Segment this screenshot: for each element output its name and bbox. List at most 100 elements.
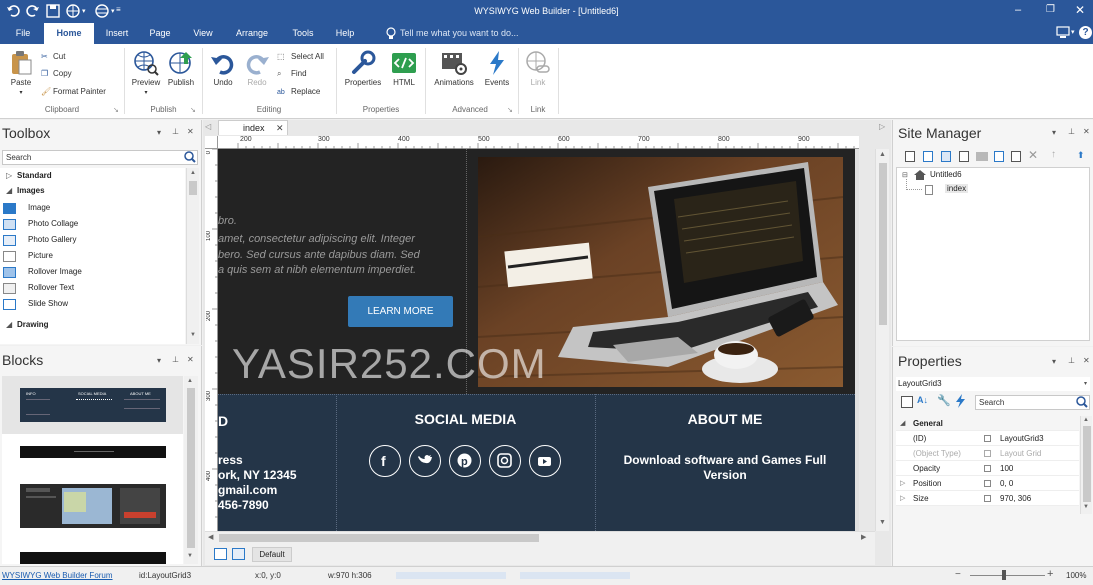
pinterest-icon[interactable]: p [449, 445, 481, 477]
add-page-icon[interactable] [214, 548, 227, 560]
category-standard[interactable]: Standard [17, 171, 52, 180]
properties-button[interactable]: Properties [341, 50, 385, 87]
block-thumb-map[interactable] [20, 484, 166, 528]
property-row-position[interactable]: ▷ Position 0, 0 [896, 476, 1079, 491]
dialog-launcher-icon[interactable]: ↘ [507, 106, 513, 114]
toolbox-item-photo-gallery[interactable]: Photo Gallery [0, 233, 185, 248]
menu-page[interactable]: Page [143, 23, 177, 44]
find-button[interactable]: ⌕ Find [277, 67, 307, 81]
zoom-slider-thumb[interactable] [1002, 570, 1006, 580]
link-button[interactable]: Link [523, 50, 553, 87]
panel-menu-icon[interactable]: ▾ [1052, 357, 1056, 366]
canvas-vertical-scrollbar[interactable]: ▲ ▼ [875, 149, 889, 531]
publish-up-icon[interactable]: ⬆ [1077, 150, 1085, 161]
panel-menu-icon[interactable]: ▾ [157, 356, 161, 365]
property-row-opacity[interactable]: Opacity 100 [896, 461, 1079, 476]
minimize-button[interactable]: – [1015, 4, 1021, 16]
delete-icon[interactable]: ✕ [1028, 148, 1038, 162]
toolbox-item-photo-collage[interactable]: Photo Collage [0, 217, 185, 232]
menu-tools[interactable]: Tools [285, 23, 321, 44]
property-row-id[interactable]: (ID) LayoutGrid3 [896, 431, 1079, 446]
dropdown-icon[interactable]: ▾ [1071, 28, 1075, 36]
collapse-arrow-icon[interactable]: ◢ [6, 186, 12, 195]
dialog-launcher-icon[interactable]: ↘ [113, 106, 119, 114]
menu-file[interactable]: File [7, 23, 39, 44]
tree-collapse-icon[interactable]: ⊟ [902, 171, 908, 179]
animations-button[interactable]: Animations [430, 50, 478, 87]
undo-button[interactable]: Undo [208, 52, 238, 87]
facebook-icon[interactable]: f [369, 445, 401, 477]
events-button[interactable]: Events [482, 50, 512, 87]
help-icon[interactable]: ? [1079, 26, 1092, 39]
select-all-button[interactable]: ⬚ Select All [277, 50, 324, 64]
panel-menu-icon[interactable]: ▾ [157, 128, 161, 137]
redo-button[interactable]: Redo [242, 52, 272, 87]
properties-scrollbar[interactable]: ▲ ▼ [1080, 416, 1092, 514]
property-wrench-icon[interactable]: 🔧 [937, 394, 951, 407]
edit-page-icon[interactable] [994, 151, 1004, 162]
menu-home[interactable]: Home [44, 23, 94, 44]
duplicate-page-icon[interactable] [1011, 151, 1021, 162]
tab-default[interactable]: Default [252, 547, 292, 562]
search-icon[interactable] [184, 151, 196, 163]
preview-button[interactable]: Preview ▾ [130, 50, 162, 96]
tree-root-untitled6[interactable]: Untitled6 [930, 170, 962, 179]
toolbox-item-rollover-text[interactable]: Rollover Text [0, 281, 185, 296]
menu-insert[interactable]: Insert [98, 23, 136, 44]
property-row-object-type[interactable]: (Object Type) Layout Grid [896, 446, 1079, 461]
new-page-template-icon[interactable] [923, 151, 933, 162]
html-button[interactable]: HTML [389, 50, 419, 87]
menu-view[interactable]: View [186, 23, 220, 44]
dropdown-icon[interactable]: ▾ [1084, 377, 1087, 391]
block-thumb-partial[interactable] [20, 552, 166, 564]
category-images[interactable]: Images [17, 186, 45, 195]
forum-link[interactable]: WYSIWYG Web Builder Forum [2, 571, 113, 580]
panel-menu-icon[interactable]: ▾ [1052, 128, 1056, 137]
tab-index[interactable]: index ✕ [218, 120, 288, 135]
object-selector[interactable]: LayoutGrid3 ▾ [896, 377, 1090, 391]
expand-arrow-icon[interactable]: ▷ [900, 476, 905, 491]
property-edit-icon[interactable] [984, 480, 991, 487]
tab-scroll-right-icon[interactable]: ▷ [879, 122, 885, 131]
events-lightning-icon[interactable] [954, 394, 966, 408]
pin-icon[interactable]: ⊥ [1068, 356, 1075, 365]
close-icon[interactable]: ✕ [1083, 356, 1090, 365]
zoom-out-button[interactable]: − [955, 569, 961, 580]
close-tab-icon[interactable]: ✕ [276, 123, 284, 134]
zoom-slider[interactable] [970, 575, 1045, 576]
cut-button[interactable]: ✂ Cut [41, 50, 65, 64]
format-painter-button[interactable]: 🖌 Format Painter [41, 85, 106, 99]
canvas-horizontal-scrollbar[interactable]: ◀ ▶ [205, 531, 875, 544]
collapse-arrow-icon[interactable]: ◢ [6, 320, 12, 329]
zoom-in-button[interactable]: + [1047, 568, 1053, 580]
tab-scroll-left-icon[interactable]: ◁ [205, 122, 211, 131]
menu-arrange[interactable]: Arrange [228, 23, 276, 44]
expand-arrow-icon[interactable]: ▷ [900, 491, 905, 506]
properties-search-input[interactable]: Search [975, 395, 1090, 410]
new-page-icon[interactable] [905, 151, 915, 162]
move-up-icon[interactable]: ↑ [1051, 149, 1056, 160]
toolbox-item-rollover-image[interactable]: Rollover Image [0, 265, 185, 280]
folder-icon[interactable] [976, 152, 988, 161]
property-edit-icon[interactable] [984, 495, 991, 502]
tell-me-input[interactable]: Tell me what you want to do... [400, 28, 519, 38]
search-icon[interactable] [1076, 396, 1088, 408]
twitter-icon[interactable] [409, 445, 441, 477]
youtube-icon[interactable] [529, 445, 561, 477]
close-icon[interactable]: ✕ [1083, 127, 1090, 136]
toolbox-scrollbar[interactable]: ▲ ▼ [186, 168, 199, 344]
close-button[interactable]: ✕ [1075, 3, 1085, 17]
dialog-launcher-icon[interactable]: ↘ [190, 106, 196, 114]
block-thumb-header-bar[interactable] [20, 446, 166, 458]
pin-icon[interactable]: ⊥ [172, 127, 179, 136]
categorized-icon[interactable] [901, 396, 913, 408]
property-row-size[interactable]: ▷ Size 970, 306 [896, 491, 1079, 506]
pin-icon[interactable]: ⊥ [172, 355, 179, 364]
toolbox-item-slide-show[interactable]: Slide Show [0, 297, 185, 312]
close-icon[interactable]: ✕ [187, 127, 194, 136]
block-thumb-selected[interactable]: INFO SOCIAL MEDIA ABOUT ME [2, 376, 183, 434]
replace-button[interactable]: ab Replace [277, 85, 320, 99]
publish-button[interactable]: Publish [164, 50, 198, 87]
instagram-icon[interactable] [489, 445, 521, 477]
toolbox-search-input[interactable]: Search [2, 150, 198, 165]
